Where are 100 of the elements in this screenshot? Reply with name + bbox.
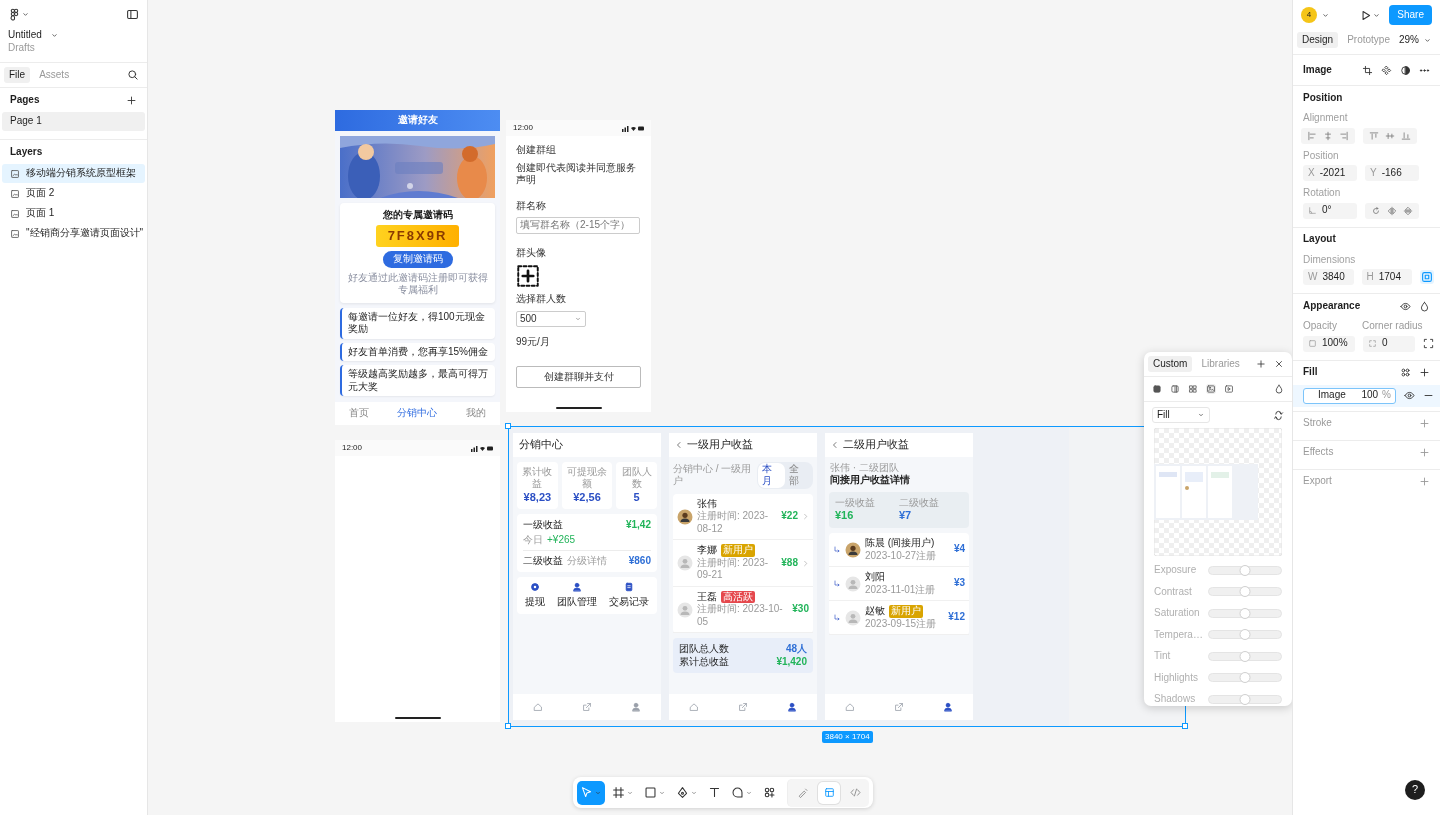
slider-thumb[interactable] (1239, 586, 1251, 598)
slider-thumb[interactable] (1239, 564, 1251, 576)
swap-icon[interactable] (1273, 409, 1284, 421)
resize-handle[interactable] (505, 423, 511, 429)
panel-tab[interactable]: Design (1297, 31, 1339, 49)
slider-thumb[interactable] (1239, 693, 1251, 705)
styles-icon[interactable] (1400, 367, 1411, 378)
stat-value: 5 (632, 490, 641, 505)
layer-item[interactable]: 页面 1 (2, 204, 145, 223)
crop-icon[interactable] (1362, 64, 1373, 76)
title-bar: 邀请好友 (335, 110, 500, 131)
cursor-icon (580, 786, 593, 799)
file-name[interactable]: Untitled (8, 29, 42, 42)
date-text: 注册时间: 2023-08-12 (697, 510, 770, 536)
pen-icon (676, 786, 689, 799)
gradient-fill-button[interactable] (1170, 384, 1180, 394)
panel-toggle-icon[interactable] (126, 8, 139, 21)
search-icon[interactable] (127, 69, 139, 82)
expand-icon[interactable] (1423, 338, 1434, 349)
field-label: 群头像 (516, 246, 547, 259)
amount-value: ¥12 (948, 611, 965, 624)
droplet-icon[interactable] (1419, 300, 1430, 312)
add-icon[interactable] (1256, 359, 1266, 369)
zoom-menu[interactable]: 29% (1399, 33, 1436, 47)
width-field[interactable]: W 3840 (1303, 269, 1354, 285)
status-bar-icon (471, 444, 493, 452)
add-icon[interactable] (1419, 418, 1430, 429)
radius-field[interactable]: 0 (1363, 335, 1415, 352)
adjustment-label: Shadows (1154, 693, 1196, 706)
row-label: 团队总人数 (679, 643, 729, 656)
amount-value: ¥1,42 (625, 518, 651, 531)
image-fill-button[interactable] (1206, 384, 1216, 394)
fill-type: Image (1318, 389, 1346, 402)
align-left-icon[interactable] (1307, 130, 1317, 141)
page-item[interactable]: Page 1 (2, 112, 145, 131)
contrast-icon[interactable] (1400, 64, 1411, 76)
date-text: 注册时间: 2023-09-21 (697, 556, 770, 582)
rotation-field[interactable]: 0° (1303, 202, 1357, 219)
panel-tab[interactable]: File (4, 66, 31, 84)
align-bottom-icon[interactable] (1401, 130, 1411, 141)
branch-icon (833, 579, 841, 588)
close-icon[interactable] (1274, 359, 1284, 369)
solid-fill-button[interactable] (1152, 384, 1162, 394)
rotate-icon[interactable] (1371, 205, 1381, 216)
user-name: 李娜 (697, 544, 717, 557)
opacity-field[interactable]: 100% (1303, 335, 1355, 352)
layer-item[interactable]: 移动端分销系统原型框架 (2, 164, 145, 183)
aspect-lock-icon[interactable] (1420, 270, 1434, 284)
flip-horizontal-icon[interactable] (1387, 205, 1397, 216)
section-title: Export (1303, 475, 1332, 488)
filter-option: 全部 (785, 462, 812, 488)
name-field[interactable]: 填写群名称（2-15个字） (516, 217, 640, 234)
height-field[interactable]: H 1704 (1361, 269, 1412, 285)
align-center-icon[interactable] (1323, 130, 1333, 141)
slider-thumb[interactable] (1239, 629, 1251, 641)
main-menu-button[interactable] (8, 8, 30, 21)
help-button[interactable]: ? (1405, 780, 1425, 800)
flip-vertical-icon[interactable] (1403, 205, 1413, 216)
add-icon[interactable] (1419, 447, 1430, 458)
breadcrumb: 张伟 · 二级团队 (830, 461, 900, 474)
dot-circle-icon (530, 582, 540, 592)
add-page-icon[interactable] (126, 94, 137, 106)
y-field[interactable]: Y -166 (1365, 165, 1419, 181)
component-icon[interactable] (1381, 64, 1392, 76)
user-tag: 新用户 (721, 544, 755, 557)
amount-value: ¥4 (953, 543, 965, 556)
add-icon[interactable] (1419, 476, 1430, 487)
move-tool-button[interactable] (577, 780, 605, 805)
comment-icon (731, 786, 744, 799)
resize-handle[interactable] (1182, 723, 1188, 729)
align-middle-icon[interactable] (1385, 130, 1395, 141)
align-top-icon[interactable] (1369, 130, 1379, 141)
row-label: 一级收益 (523, 518, 563, 531)
align-right-icon[interactable] (1339, 130, 1349, 141)
play-icon[interactable] (1359, 8, 1373, 22)
branch-icon (833, 613, 841, 622)
field-label: Y (1370, 166, 1377, 180)
slider-thumb[interactable] (1239, 650, 1251, 662)
video-fill-button[interactable] (1224, 384, 1234, 394)
pattern-fill-button[interactable] (1188, 384, 1198, 394)
droplet-icon[interactable] (1274, 384, 1284, 395)
x-field[interactable]: X -2021 (1303, 165, 1357, 181)
home-indicator (394, 717, 441, 719)
fill-mode-select[interactable]: Fill (1152, 406, 1210, 424)
amount-value: ¥3 (953, 577, 965, 590)
slider-thumb[interactable] (1239, 672, 1251, 684)
popover-tab[interactable]: Custom (1148, 355, 1193, 373)
add-fill-icon[interactable] (1419, 367, 1430, 378)
design-mode-button[interactable] (818, 781, 840, 804)
user-name: 王磊 (697, 590, 717, 603)
layer-item[interactable]: 页面 2 (2, 184, 145, 203)
field-label: 选择群人数 (516, 293, 567, 306)
layer-item[interactable]: "经销商分享邀请页面设计" (2, 224, 145, 243)
resize-handle[interactable] (505, 723, 511, 729)
fill-row-field[interactable]: Image 100 % (1303, 387, 1396, 404)
status-time: 12:00 (513, 123, 534, 133)
collaborator-avatar[interactable]: 4 (1301, 7, 1317, 23)
eye-icon[interactable] (1404, 390, 1415, 401)
eye-icon[interactable] (1400, 300, 1411, 312)
slider-thumb[interactable] (1239, 607, 1251, 619)
